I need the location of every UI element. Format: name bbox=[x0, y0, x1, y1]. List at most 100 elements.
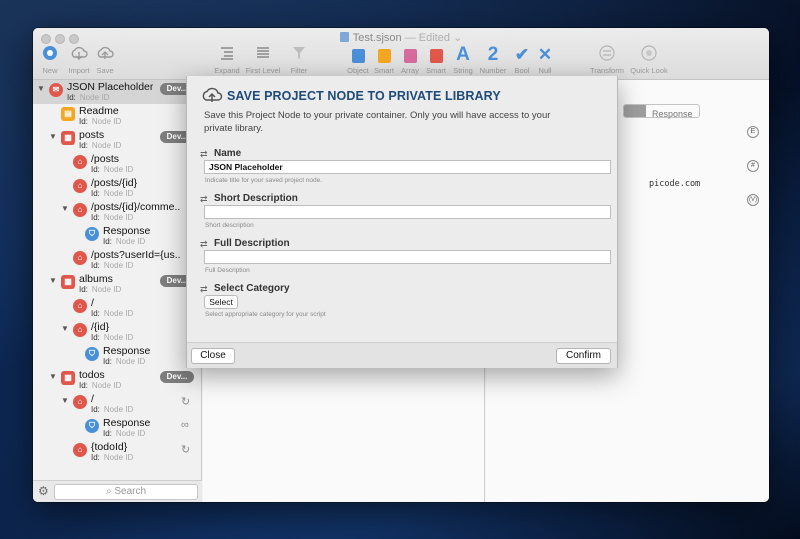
node-id-value[interactable]: Node ID bbox=[104, 261, 133, 270]
disclosure-triangle-icon[interactable]: ▼ bbox=[61, 396, 69, 405]
node-id-value[interactable]: Node ID bbox=[104, 405, 133, 414]
disclosure-triangle-icon[interactable]: ▼ bbox=[61, 204, 69, 213]
disclosure-triangle-icon[interactable]: ▼ bbox=[49, 372, 57, 381]
tree-row[interactable]: ▼ ▦ posts Id: Node ID Dev... bbox=[33, 128, 202, 152]
node-id-value[interactable]: Node ID bbox=[116, 429, 145, 438]
toolbar-quick-look-button[interactable]: Quick Look bbox=[627, 45, 671, 75]
variable-badge-icon[interactable]: (V) bbox=[747, 194, 759, 206]
gear-icon[interactable]: ⚙ bbox=[38, 484, 49, 498]
tree-row[interactable]: ⛉ Response Id: Node ID bbox=[33, 224, 202, 248]
node-name: JSON Placeholder bbox=[67, 81, 154, 93]
dialog-description: Save this Project Node to your private c… bbox=[204, 110, 551, 134]
tree-row[interactable]: ▼ ⌂ / Id: Node ID ↻ bbox=[33, 392, 202, 416]
node-id-value[interactable]: Node ID bbox=[104, 165, 133, 174]
toolbar-expand-button[interactable]: Expand bbox=[207, 45, 247, 75]
node-id-value[interactable]: Node ID bbox=[104, 309, 133, 318]
hash-badge-icon[interactable]: # bbox=[747, 160, 759, 172]
segment-selected[interactable] bbox=[624, 105, 646, 117]
document-icon bbox=[339, 32, 349, 42]
array-cube-icon bbox=[403, 48, 417, 63]
tree-row[interactable]: ⌂ {todoId} Id: Node ID ↻ bbox=[33, 440, 202, 464]
node-name: /posts/{id}/comme... bbox=[91, 201, 181, 213]
request-icon: ⌂ bbox=[73, 251, 87, 265]
disclosure-triangle-icon[interactable]: ▼ bbox=[49, 132, 57, 141]
toolbar-filter-button[interactable]: Filter bbox=[279, 45, 319, 75]
node-id-label: Id: bbox=[91, 309, 100, 318]
node-id-value[interactable]: Node ID bbox=[104, 333, 133, 342]
response-segmented-control[interactable]: Response bbox=[623, 104, 700, 120]
tree-row[interactable]: ▼ ⌂ /{id} Id: Node ID bbox=[33, 320, 202, 344]
node-id-value[interactable]: Node ID bbox=[92, 285, 121, 294]
node-id-label: Id: bbox=[79, 117, 88, 126]
tree-row[interactable]: ⛉ Response Id: Node ID ∞ bbox=[33, 416, 202, 440]
toolbar-first-level-button[interactable]: First Level bbox=[243, 45, 283, 75]
tree-row[interactable]: ▼ ▦ todos Id: Node ID Dev... bbox=[33, 368, 202, 392]
folder-icon: ▦ bbox=[61, 275, 75, 289]
search-input[interactable]: ⌕ Search bbox=[54, 484, 198, 500]
tree-row[interactable]: ⛉ Response Id: Node ID bbox=[33, 344, 202, 368]
node-id-label: Id: bbox=[91, 189, 100, 198]
category-hint: Select appropriate category for your scr… bbox=[205, 311, 326, 318]
toolbar-label: Null bbox=[538, 66, 552, 75]
node-id-value[interactable]: Node ID bbox=[92, 381, 121, 390]
node-id-label: Id: bbox=[91, 213, 100, 222]
filter-icon bbox=[279, 45, 319, 65]
node-id-value[interactable]: Node ID bbox=[104, 453, 133, 462]
dialog-title: SAVE PROJECT NODE TO PRIVATE LIBRARY bbox=[227, 89, 501, 103]
segment-response[interactable]: Response bbox=[646, 108, 699, 120]
tree-row[interactable]: ⌂ /posts/{id} Id: Node ID bbox=[33, 176, 202, 200]
node-id-value[interactable]: Node ID bbox=[80, 93, 109, 102]
node-id-value[interactable]: Node ID bbox=[92, 117, 121, 126]
environment-badge[interactable]: Dev... bbox=[160, 371, 194, 383]
node-id-label: Id: bbox=[79, 381, 88, 390]
tree-row[interactable]: ▼ ✉ JSON Placeholder Id: Node ID Dev... bbox=[33, 80, 202, 104]
node-name: Readme bbox=[79, 105, 119, 117]
tree-row[interactable]: ⌂ /posts?userId={us... Id: Node ID bbox=[33, 248, 202, 272]
node-id-value[interactable]: Node ID bbox=[104, 189, 133, 198]
refresh-icon[interactable]: ↻ bbox=[181, 443, 190, 456]
node-id-value[interactable]: Node ID bbox=[116, 237, 145, 246]
sliders-icon: ⇄ bbox=[200, 239, 208, 249]
node-name: {todoId} bbox=[91, 441, 128, 453]
select-category-button[interactable]: Select bbox=[204, 295, 238, 309]
node-id-label: Id: bbox=[103, 429, 112, 438]
name-field[interactable]: JSON Placeholder bbox=[204, 160, 611, 174]
confirm-button[interactable]: Confirm bbox=[556, 348, 611, 364]
node-id-value[interactable]: Node ID bbox=[92, 141, 121, 150]
toolbar-null-button[interactable]: ✕ Null bbox=[525, 45, 565, 75]
short-description-hint: Short description bbox=[205, 222, 254, 229]
cloud-upload-icon bbox=[201, 86, 223, 107]
short-description-field[interactable] bbox=[204, 205, 611, 219]
node-id-value[interactable]: Node ID bbox=[104, 213, 133, 222]
request-icon: ⌂ bbox=[73, 299, 87, 313]
refresh-icon[interactable]: ↻ bbox=[181, 395, 190, 408]
url-fragment: picode.com bbox=[649, 179, 701, 189]
close-button[interactable]: Close bbox=[191, 348, 235, 364]
disclosure-triangle-icon[interactable]: ▼ bbox=[49, 276, 57, 285]
full-description-field[interactable] bbox=[204, 250, 611, 264]
node-id-label: Id: bbox=[79, 285, 88, 294]
toolbar-label: Transform bbox=[590, 66, 624, 75]
disclosure-triangle-icon[interactable]: ▼ bbox=[37, 84, 45, 93]
tree-row[interactable]: ▼ ▦ albums Id: Node ID Dev... bbox=[33, 272, 202, 296]
expression-badge-icon[interactable]: E bbox=[747, 126, 759, 138]
window-status[interactable]: — Edited ⌄ bbox=[405, 32, 463, 44]
node-id-value[interactable]: Node ID bbox=[116, 357, 145, 366]
toolbar-save-button[interactable]: Save bbox=[85, 45, 125, 75]
tree-row[interactable]: ⌂ /posts Id: Node ID bbox=[33, 152, 202, 176]
node-name: /posts?userId={us... bbox=[91, 249, 181, 261]
tree-row[interactable]: ▤ Readme Id: Node ID bbox=[33, 104, 202, 128]
full-description-label: Full Description bbox=[214, 238, 290, 249]
request-icon: ⌂ bbox=[73, 323, 87, 337]
tree-row[interactable]: ⌂ / Id: Node ID bbox=[33, 296, 202, 320]
toolbar-transform-button[interactable]: Transform bbox=[586, 45, 628, 75]
node-id-label: Id: bbox=[91, 405, 100, 414]
tree-row[interactable]: ▼ ⌂ /posts/{id}/comme... Id: Node ID bbox=[33, 200, 202, 224]
null-icon: ✕ bbox=[537, 45, 553, 64]
link-icon[interactable]: ∞ bbox=[181, 419, 189, 431]
toolbar-label: First Level bbox=[245, 66, 281, 75]
response-shield-icon: ⛉ bbox=[85, 347, 99, 361]
node-name: Response bbox=[103, 345, 151, 357]
disclosure-triangle-icon[interactable]: ▼ bbox=[61, 324, 69, 333]
short-description-label: Short Description bbox=[214, 193, 298, 204]
